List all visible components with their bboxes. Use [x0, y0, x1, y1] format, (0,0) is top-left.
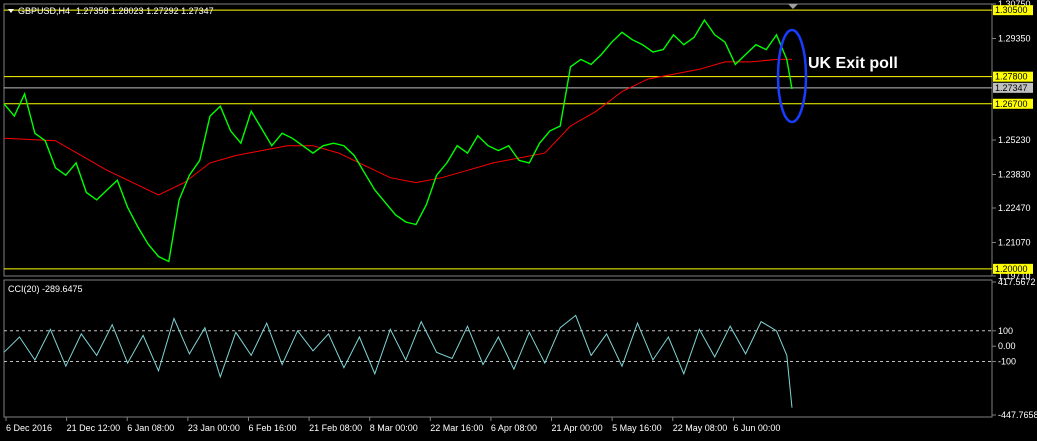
cci-line [3, 314, 793, 408]
price-tick-label: 1.29350 [998, 33, 1031, 43]
main-plot-border [3, 3, 993, 277]
cci-axis: 417.5672 100 0.00 -100 -447.7658 [992, 277, 1037, 420]
price-axis: 1.307501.293501.252301.238301.224701.210… [992, 0, 1031, 281]
price-tick-label: 1.25230 [998, 135, 1031, 145]
level-tag-label: 1.27800 [995, 72, 1028, 82]
time-tick-label: 23 Jan 00:00 [188, 423, 240, 433]
cci-panel: 417.5672 100 0.00 -100 -447.7658 CCI(20) -28… [3, 277, 1037, 420]
scroll-marker-icon[interactable] [788, 4, 798, 9]
time-tick-label: 6 Apr 08:00 [491, 423, 537, 433]
cci-plot-border [3, 279, 993, 418]
time-tick-label: 22 May 08:00 [673, 423, 728, 433]
time-tick-label: 22 Mar 16:00 [430, 423, 483, 433]
cci-title: CCI(20) -289.6475 [8, 284, 83, 294]
price-tick-label: 1.23830 [998, 169, 1031, 179]
level-tag-label: 1.27347 [995, 83, 1028, 93]
cci-tick-label: -100 [998, 357, 1016, 367]
level-lines [4, 9, 992, 270]
moving-average-line [3, 58, 792, 196]
time-tick-label: 5 May 16:00 [612, 423, 662, 433]
time-tick-label: 6 Jun 00:00 [733, 423, 780, 433]
price-tick-label: 1.21070 [998, 237, 1031, 247]
level-tag-label: 1.26700 [995, 99, 1028, 109]
exit-poll-annotation: UK Exit poll [808, 55, 898, 72]
time-tick-label: 8 Mar 00:00 [370, 423, 418, 433]
collapse-arrow-icon[interactable] [8, 9, 14, 13]
time-tick-label: 6 Dec 2016 [6, 423, 52, 433]
symbol-label: GBPUSD,H4 [18, 6, 70, 16]
main-panel: 1.307501.293501.252301.238301.224701.210… [3, 0, 1033, 281]
time-tick-label: 21 Dec 12:00 [67, 423, 121, 433]
cci-tick-label: -447.7658 [998, 410, 1037, 420]
price-tick-label: 1.22470 [998, 203, 1031, 213]
cci-tick-label: 100 [998, 326, 1013, 336]
time-tick-label: 21 Feb 08:00 [309, 423, 362, 433]
chart-canvas: 1.307501.293501.252301.238301.224701.210… [3, 0, 1037, 433]
time-tick-label: 6 Jan 08:00 [127, 423, 174, 433]
exit-poll-ellipse [776, 28, 808, 124]
cci-tick-label: 417.5672 [998, 277, 1036, 287]
time-tick-label: 21 Apr 00:00 [552, 423, 603, 433]
time-axis: 6 Dec 2016 21 Dec 12:00 6 Jan 08:00 23 Jan … [5, 417, 780, 433]
time-tick-label: 6 Feb 16:00 [248, 423, 296, 433]
level-tag-label: 1.20000 [995, 264, 1028, 274]
cci-tick-label: 0.00 [998, 341, 1016, 351]
level-tag-label: 1.30500 [995, 5, 1028, 15]
ohlc-label: 1.27358 1.28023 1.27292 1.27347 [76, 6, 214, 16]
price-line [3, 18, 793, 263]
